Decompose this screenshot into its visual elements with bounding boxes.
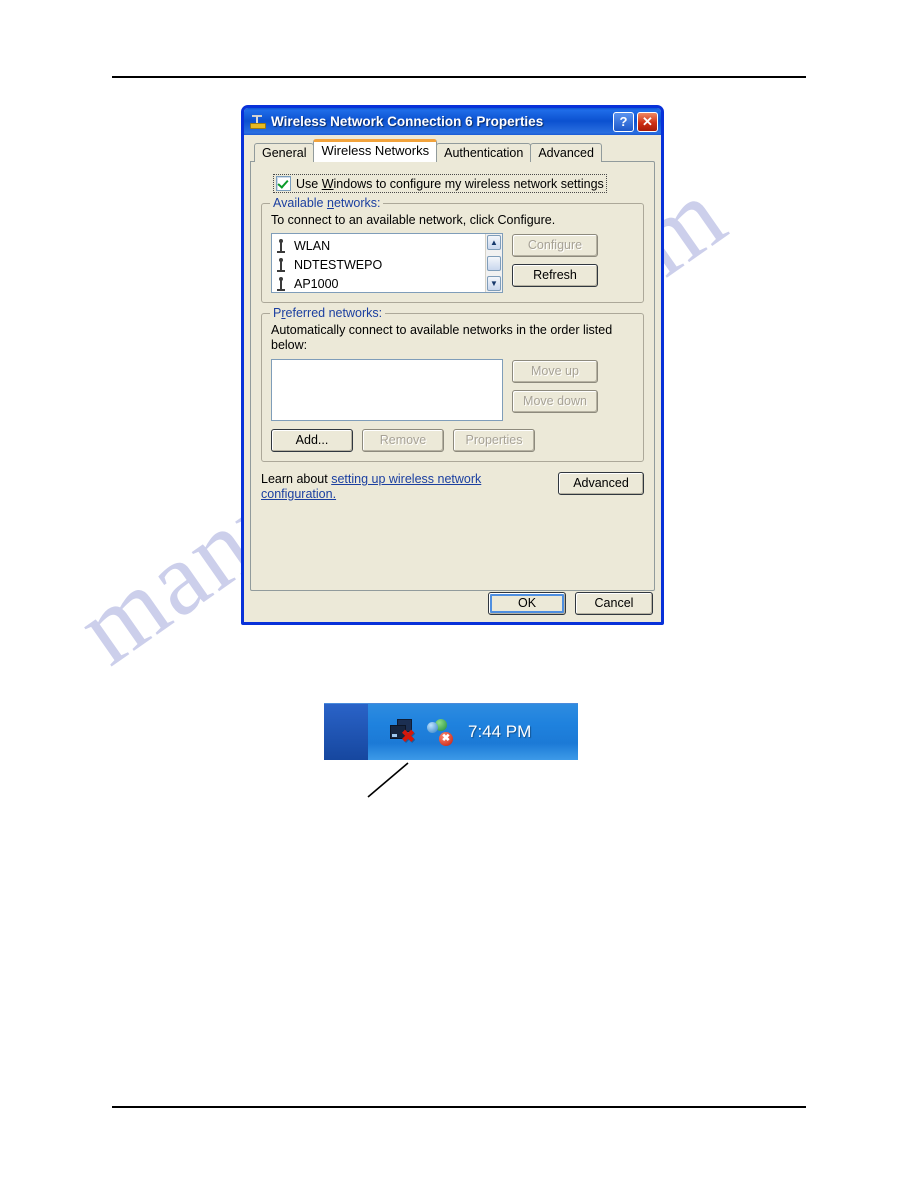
list-item-label: AP1000 bbox=[294, 276, 339, 291]
wireless-network-icon bbox=[275, 238, 287, 253]
list-item[interactable]: WLAN bbox=[275, 236, 485, 255]
title-bar-buttons: ? ✕ bbox=[613, 111, 658, 132]
dialog-title-bar: Wireless Network Connection 6 Properties… bbox=[244, 108, 661, 135]
wireless-network-properties-dialog: Wireless Network Connection 6 Properties… bbox=[241, 105, 664, 625]
configure-button[interactable]: Configure bbox=[512, 234, 598, 257]
system-tray: ✖ ✖ 7:44 PM bbox=[324, 703, 578, 760]
close-icon[interactable]: ✕ bbox=[637, 111, 658, 132]
available-networks-row: WLAN NDTESTWEPO AP1000 ▲ ▼ Configure Ref… bbox=[271, 233, 634, 293]
network-users-error-icon[interactable]: ✖ bbox=[426, 719, 453, 746]
available-networks-hint: To connect to an available network, clic… bbox=[271, 213, 556, 227]
page-header-rule bbox=[112, 76, 806, 78]
network-adapter-icon bbox=[248, 113, 266, 131]
use-windows-checkbox-row[interactable]: Use Windows to configure my wireless net… bbox=[273, 174, 607, 193]
list-item[interactable]: AP1000 bbox=[275, 274, 485, 292]
preferred-networks-label: Preferred networks: bbox=[270, 306, 386, 320]
page-footer-rule bbox=[112, 1106, 806, 1108]
tab-wireless-networks[interactable]: Wireless Networks bbox=[313, 139, 438, 162]
properties-button[interactable]: Properties bbox=[453, 429, 535, 452]
preferred-networks-hint: Automatically connect to available netwo… bbox=[271, 323, 613, 352]
clock[interactable]: 7:44 PM bbox=[468, 722, 531, 742]
scroll-up-icon[interactable]: ▲ bbox=[487, 235, 501, 250]
add-button[interactable]: Add... bbox=[271, 429, 353, 452]
available-networks-label: Available networks: bbox=[270, 196, 384, 210]
tab-general[interactable]: General bbox=[254, 143, 315, 162]
cancel-button[interactable]: Cancel bbox=[575, 592, 653, 615]
network-disconnected-icon[interactable]: ✖ bbox=[390, 719, 416, 745]
tray-notification-area: ✖ ✖ 7:44 PM bbox=[368, 704, 578, 760]
use-windows-checkbox[interactable] bbox=[276, 176, 291, 191]
move-up-button[interactable]: Move up bbox=[512, 360, 598, 383]
callout-leader-line bbox=[367, 762, 409, 798]
preferred-networks-action-buttons: Add... Remove Properties bbox=[271, 429, 634, 452]
help-button[interactable]: ? bbox=[613, 111, 634, 132]
wireless-network-icon bbox=[275, 257, 287, 272]
use-windows-checkbox-label: Use Windows to configure my wireless net… bbox=[296, 176, 604, 191]
scrollbar-thumb[interactable] bbox=[487, 255, 501, 271]
wireless-network-icon bbox=[275, 276, 287, 291]
learn-about-text: Learn about setting up wireless network … bbox=[261, 472, 482, 501]
dialog-title: Wireless Network Connection 6 Properties bbox=[271, 114, 544, 129]
preferred-networks-move-buttons: Move up Move down bbox=[512, 359, 598, 413]
tab-advanced[interactable]: Advanced bbox=[530, 143, 602, 162]
list-item-label: NDTESTWEPO bbox=[294, 257, 383, 272]
tab-authentication[interactable]: Authentication bbox=[436, 143, 532, 162]
move-down-button[interactable]: Move down bbox=[512, 390, 598, 413]
refresh-button[interactable]: Refresh bbox=[512, 264, 598, 287]
tab-page-wireless-networks: Use Windows to configure my wireless net… bbox=[250, 161, 655, 591]
preferred-networks-items bbox=[272, 360, 502, 420]
tab-strip: General Wireless Networks Authentication… bbox=[250, 139, 655, 162]
dialog-footer: OK Cancel bbox=[488, 592, 653, 615]
preferred-networks-group: Preferred networks: Automatically connec… bbox=[261, 306, 644, 462]
list-item[interactable]: NDTESTWEPO bbox=[275, 255, 485, 274]
available-networks-items: WLAN NDTESTWEPO AP1000 bbox=[272, 234, 485, 292]
tray-left-section bbox=[324, 704, 368, 760]
remove-button[interactable]: Remove bbox=[362, 429, 444, 452]
scroll-down-icon[interactable]: ▼ bbox=[487, 276, 501, 291]
available-networks-buttons: Configure Refresh bbox=[512, 233, 598, 287]
list-item-label: WLAN bbox=[294, 238, 331, 253]
learn-row: Learn about setting up wireless network … bbox=[261, 472, 644, 502]
available-networks-list[interactable]: WLAN NDTESTWEPO AP1000 ▲ ▼ bbox=[271, 233, 503, 293]
preferred-networks-list[interactable] bbox=[271, 359, 503, 421]
advanced-button[interactable]: Advanced bbox=[558, 472, 644, 495]
available-networks-group: Available networks: To connect to an ava… bbox=[261, 196, 644, 303]
ok-button[interactable]: OK bbox=[488, 592, 566, 615]
dialog-body: General Wireless Networks Authentication… bbox=[244, 135, 661, 622]
available-networks-scrollbar[interactable]: ▲ ▼ bbox=[485, 234, 502, 292]
preferred-networks-row: Move up Move down bbox=[271, 359, 634, 421]
